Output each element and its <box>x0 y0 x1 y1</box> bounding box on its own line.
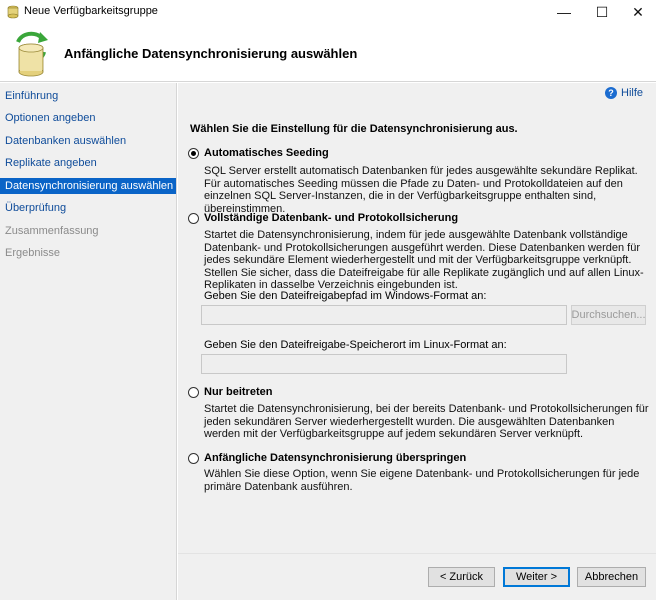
option-description: SQL Server erstellt automatisch Datenban… <box>204 165 638 215</box>
nav-item-einfuehrung[interactable]: Einführung <box>0 88 176 104</box>
title-bar: Neue Verfügbarkeitsgruppe — ☐ ✕ <box>0 0 656 24</box>
linux-share-label: Geben Sie den Dateifreigabe-Speicherort … <box>204 339 507 351</box>
option-automatic-seeding[interactable]: Automatisches Seeding <box>188 147 329 159</box>
nav-item-optionen[interactable]: Optionen angeben <box>0 110 176 126</box>
database-sync-icon <box>16 31 48 77</box>
radio-full-backup[interactable] <box>188 212 199 224</box>
radio-automatic-seeding[interactable] <box>188 147 199 159</box>
footer-divider <box>178 553 656 554</box>
option-label: Nur beitreten <box>204 386 273 398</box>
page-title: Anfängliche Datensynchronisierung auswäh… <box>64 46 358 61</box>
close-icon: ✕ <box>632 3 644 20</box>
windows-share-label: Geben Sie den Dateifreigabepfad im Windo… <box>204 290 487 302</box>
option-skip-sync[interactable]: Anfängliche Datensynchronisierung übersp… <box>188 452 466 464</box>
nav-item-ergebnisse: Ergebnisse <box>5 247 61 259</box>
help-link[interactable]: ? Hilfe <box>605 87 643 99</box>
nav-item-datenbanken[interactable]: Datenbanken auswählen <box>0 133 176 149</box>
nav-item-ueberpruefung[interactable]: Überprüfung <box>0 200 176 216</box>
option-full-backup[interactable]: Vollständige Datenbank- und Protokollsic… <box>188 212 458 224</box>
nav-item-zusammenfassung: Zusammenfassung <box>5 225 99 237</box>
option-description: Startet die Datensynchronisierung, bei d… <box>204 403 649 440</box>
browse-button[interactable]: Durchsuchen... <box>571 305 646 325</box>
cancel-button[interactable]: Abbrechen <box>577 567 646 587</box>
radio-join-only[interactable] <box>188 386 199 398</box>
close-button[interactable]: ✕ <box>620 0 656 24</box>
option-label: Vollständige Datenbank- und Protokollsic… <box>204 212 459 224</box>
next-button[interactable]: Weiter > <box>503 567 570 587</box>
maximize-icon: ☐ <box>595 3 609 20</box>
nav-item-datensynchronisierung[interactable]: Datensynchronisierung auswählen <box>0 178 176 194</box>
minimize-button[interactable]: — <box>546 0 582 24</box>
page-header: Anfängliche Datensynchronisierung auswäh… <box>0 24 656 82</box>
back-button[interactable]: < Zurück <box>428 567 495 587</box>
app-icon <box>7 5 19 19</box>
help-icon: ? <box>605 87 617 99</box>
instruction-text: Wählen Sie die Einstellung für die Daten… <box>190 123 518 135</box>
main-panel: ? Hilfe Wählen Sie die Einstellung für d… <box>178 83 656 600</box>
linux-share-input[interactable] <box>201 354 567 374</box>
minimize-icon: — <box>557 4 571 20</box>
option-label: Automatisches Seeding <box>204 147 329 159</box>
radio-skip-sync[interactable] <box>188 452 199 464</box>
help-label: Hilfe <box>621 87 644 99</box>
option-join-only[interactable]: Nur beitreten <box>188 386 272 398</box>
option-label: Anfängliche Datensynchronisierung übersp… <box>204 452 467 464</box>
option-description: Startet die Datensynchronisierung, indem… <box>204 229 644 291</box>
maximize-button[interactable]: ☐ <box>584 0 620 24</box>
wizard-nav: Einführung Optionen angeben Datenbanken … <box>0 83 177 600</box>
option-description: Wählen Sie diese Option, wenn Sie eigene… <box>204 468 640 493</box>
window-title: Neue Verfügbarkeitsgruppe <box>24 5 158 17</box>
nav-item-replikate[interactable]: Replikate angeben <box>0 155 176 171</box>
windows-share-input[interactable] <box>201 305 567 325</box>
